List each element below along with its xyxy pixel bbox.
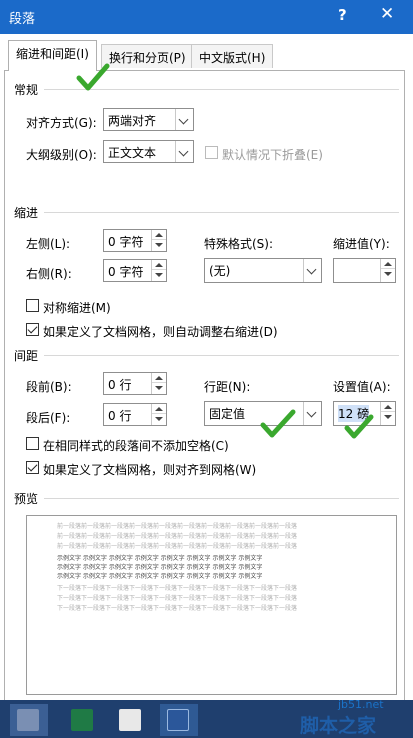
chevron-down-icon[interactable] bbox=[175, 109, 193, 130]
line-spacing-value: 固定值 bbox=[209, 407, 246, 421]
outline-level-label: 大纲级别(O): bbox=[26, 148, 97, 162]
preview-sample-text: 示例文字 示例文字 示例文字 示例文字 示例文字 示例文字 示例文字 示例文字 bbox=[57, 564, 263, 571]
dialog-title: 段落 bbox=[9, 12, 36, 27]
spin-down-icon[interactable] bbox=[381, 412, 395, 422]
collapse-checkbox[interactable] bbox=[205, 146, 218, 159]
spin-up-icon[interactable] bbox=[152, 404, 166, 414]
taskbar-excel-button[interactable] bbox=[64, 704, 102, 736]
spinner bbox=[151, 230, 166, 251]
spin-up-icon[interactable] bbox=[152, 260, 166, 270]
alignment-label: 对齐方式(G): bbox=[26, 116, 97, 130]
divider bbox=[44, 355, 399, 356]
section-spacing: 间距 bbox=[14, 349, 39, 363]
spin-up-icon[interactable] bbox=[381, 402, 395, 412]
chevron-down-icon[interactable] bbox=[175, 141, 193, 162]
spin-down-icon[interactable] bbox=[381, 269, 395, 279]
snap-to-grid-checkbox[interactable] bbox=[26, 461, 39, 474]
section-preview: 预览 bbox=[14, 492, 39, 506]
spin-down-icon[interactable] bbox=[152, 240, 166, 250]
watermark-name: 脚本之家 bbox=[300, 715, 377, 737]
preview-next-paragraph: 下一段落下一段落下一段落下一段落下一段落下一段落下一段落下一段落下一段落下一段落 bbox=[57, 605, 298, 612]
special-indent-select[interactable]: (无) bbox=[204, 258, 322, 283]
alignment-select[interactable]: 两端对齐 bbox=[103, 108, 194, 131]
divider bbox=[44, 212, 399, 213]
space-before-value: 0 行 bbox=[108, 378, 132, 392]
tab-asian-typography[interactable]: 中文版式(H) bbox=[191, 44, 274, 68]
space-after-input[interactable]: 0 行 bbox=[103, 403, 167, 426]
paragraph-dialog: 段落 ? ✕ 缩进和间距(I) 换行和分页(P) 中文版式(H) 常规 对齐方式… bbox=[0, 0, 413, 700]
indent-left-label: 左侧(L): bbox=[26, 237, 71, 251]
auto-adjust-right-indent-checkbox[interactable] bbox=[26, 323, 39, 336]
chevron-down-icon[interactable] bbox=[303, 402, 321, 425]
line-spacing-label: 行距(N): bbox=[204, 380, 251, 394]
spin-down-icon[interactable] bbox=[152, 270, 166, 280]
auto-adjust-right-indent-label: 如果定义了文档网格，则自动调整右缩进(D) bbox=[43, 325, 278, 339]
preview-sample-text: 示例文字 示例文字 示例文字 示例文字 示例文字 示例文字 示例文字 示例文字 bbox=[57, 555, 263, 562]
mirror-indents-label: 对称缩进(M) bbox=[43, 301, 111, 315]
app-icon bbox=[17, 709, 39, 731]
collapse-label: 默认情况下折叠(E) bbox=[222, 148, 323, 162]
no-space-same-style-checkbox[interactable] bbox=[26, 437, 39, 450]
indent-right-value: 0 字符 bbox=[108, 265, 144, 279]
spinner bbox=[380, 259, 395, 282]
close-button[interactable]: ✕ bbox=[380, 4, 394, 24]
excel-icon bbox=[71, 709, 93, 731]
spin-up-icon[interactable] bbox=[152, 373, 166, 383]
check-mark-icon bbox=[260, 409, 296, 438]
tab-indents-spacing[interactable]: 缩进和间距(I) bbox=[8, 40, 97, 71]
taskbar-word-button[interactable] bbox=[160, 704, 198, 736]
indent-right-input[interactable]: 0 字符 bbox=[103, 259, 167, 282]
preview-pane: 前一段落前一段落前一段落前一段落前一段落前一段落前一段落前一段落前一段落前一段落… bbox=[26, 515, 397, 695]
spin-down-icon[interactable] bbox=[152, 383, 166, 393]
space-after-label: 段后(F): bbox=[26, 411, 71, 425]
spinner bbox=[151, 260, 166, 281]
alignment-value: 两端对齐 bbox=[108, 114, 157, 128]
title-bar: 段落 ? ✕ bbox=[0, 0, 413, 34]
space-after-value: 0 行 bbox=[108, 409, 132, 423]
indent-left-value: 0 字符 bbox=[108, 235, 144, 249]
notepad-icon bbox=[119, 709, 141, 731]
preview-next-paragraph: 下一段落下一段落下一段落下一段落下一段落下一段落下一段落下一段落下一段落下一段落 bbox=[57, 595, 298, 602]
space-before-input[interactable]: 0 行 bbox=[103, 372, 167, 395]
check-mark-icon bbox=[344, 414, 374, 439]
taskbar-app-button[interactable] bbox=[10, 704, 48, 736]
watermark-site: jb51.net bbox=[338, 698, 384, 711]
spin-up-icon[interactable] bbox=[381, 259, 395, 269]
help-button[interactable]: ? bbox=[338, 6, 347, 24]
spinner bbox=[151, 373, 166, 394]
preview-sample-text: 示例文字 示例文字 示例文字 示例文字 示例文字 示例文字 示例文字 示例文字 bbox=[57, 573, 263, 580]
no-space-same-style-label: 在相同样式的段落间不添加空格(C) bbox=[43, 439, 229, 453]
tab-line-page-breaks[interactable]: 换行和分页(P) bbox=[101, 44, 194, 68]
space-before-label: 段前(B): bbox=[26, 380, 72, 394]
preview-previous-paragraph: 前一段落前一段落前一段落前一段落前一段落前一段落前一段落前一段落前一段落前一段落 bbox=[57, 533, 298, 540]
divider bbox=[44, 498, 399, 499]
section-indentation: 缩进 bbox=[14, 206, 39, 220]
snap-to-grid-label: 如果定义了文档网格，则对齐到网格(W) bbox=[43, 463, 257, 477]
preview-next-paragraph: 下一段落下一段落下一段落下一段落下一段落下一段落下一段落下一段落下一段落下一段落 bbox=[57, 585, 298, 592]
indent-left-input[interactable]: 0 字符 bbox=[103, 229, 167, 252]
preview-previous-paragraph: 前一段落前一段落前一段落前一段落前一段落前一段落前一段落前一段落前一段落前一段落 bbox=[57, 543, 298, 550]
spacing-at-label: 设置值(A): bbox=[333, 380, 391, 394]
spin-down-icon[interactable] bbox=[152, 414, 166, 424]
special-indent-label: 特殊格式(S): bbox=[204, 237, 274, 251]
word-icon bbox=[167, 709, 189, 731]
outline-level-select[interactable]: 正文文本 bbox=[103, 140, 194, 163]
outline-level-value: 正文文本 bbox=[108, 146, 157, 160]
tab-strip: 缩进和间距(I) 换行和分页(P) 中文版式(H) bbox=[0, 34, 413, 71]
special-indent-value: (无) bbox=[209, 264, 231, 278]
spin-up-icon[interactable] bbox=[152, 230, 166, 240]
indent-by-input[interactable] bbox=[333, 258, 396, 283]
indent-by-label: 缩进值(Y): bbox=[333, 237, 390, 251]
preview-previous-paragraph: 前一段落前一段落前一段落前一段落前一段落前一段落前一段落前一段落前一段落前一段落 bbox=[57, 523, 298, 530]
indent-right-label: 右侧(R): bbox=[26, 267, 72, 281]
mirror-indents-checkbox[interactable] bbox=[26, 299, 39, 312]
spinner bbox=[151, 404, 166, 425]
section-general: 常规 bbox=[14, 83, 39, 97]
chevron-down-icon[interactable] bbox=[303, 259, 321, 282]
taskbar-notepad-button[interactable] bbox=[112, 704, 150, 736]
spinner bbox=[380, 402, 395, 425]
